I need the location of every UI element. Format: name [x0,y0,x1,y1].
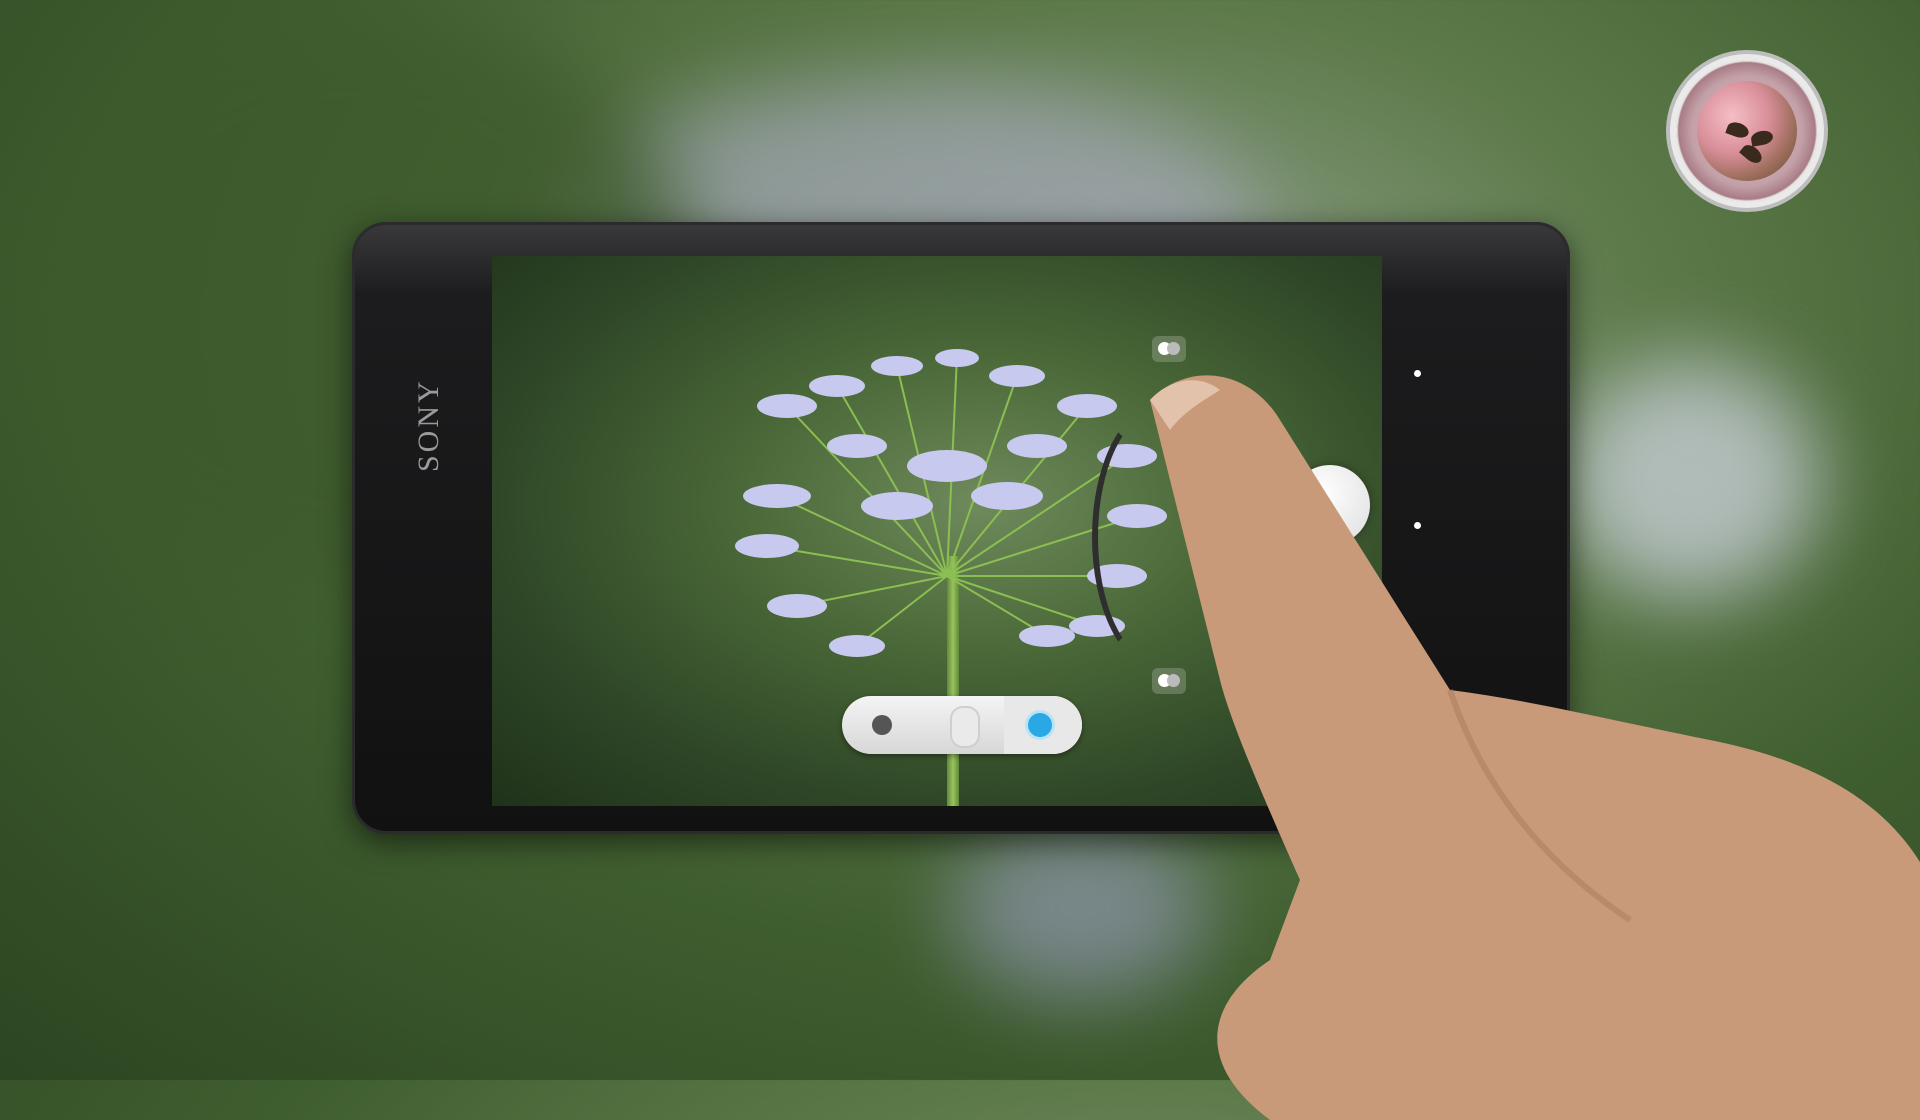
logo-leaf-2 [1749,129,1775,147]
logo-emblem [1676,60,1818,202]
brand-label: SONY [412,378,445,472]
logo-leaf-3 [1739,141,1765,167]
slider-handle[interactable] [950,706,980,748]
aperture-icon-top[interactable] [1152,336,1186,362]
logo-inner [1697,81,1797,181]
slider-selected-dot[interactable] [1028,713,1052,737]
mode-slider[interactable] [842,696,1082,754]
pointing-finger [1150,375,1920,1120]
slider-dot-left[interactable] [872,715,892,735]
logo-leaf-1 [1725,119,1751,141]
